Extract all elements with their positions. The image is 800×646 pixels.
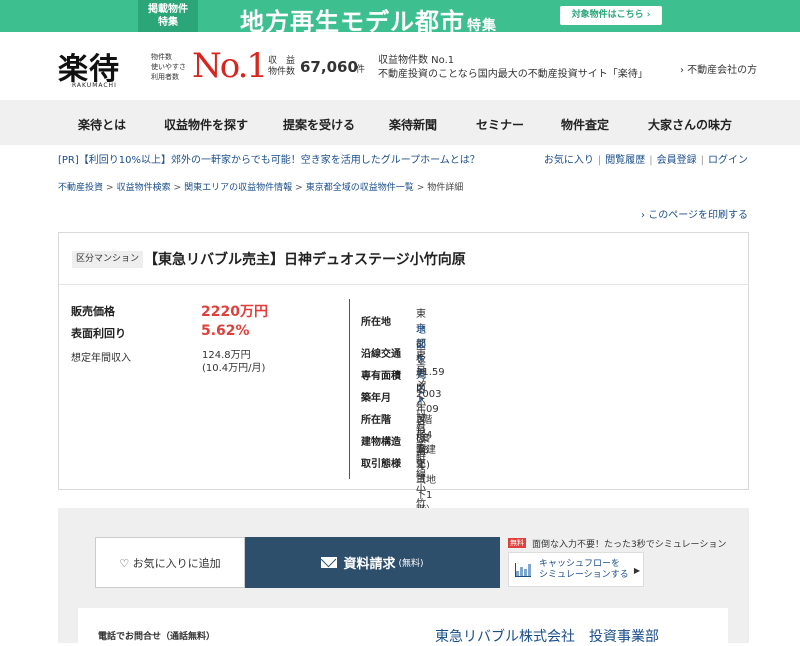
add-favorite-button[interactable]: ♡ お気に入りに追加 [95,537,245,588]
detail-key: 専有面積 [361,371,401,382]
company-name[interactable]: 東急リバブル株式会社 投資事業部 [435,626,659,646]
favorites-link[interactable]: お気に入り [544,155,594,166]
property-type-tag: 区分マンション [72,251,144,268]
breadcrumb-separator: > [295,183,303,193]
register-link[interactable]: 会員登録 [657,155,697,166]
property-card-header: 区分マンション 【東急リバブル売主】日神デュオステージ小竹向原 [59,233,748,285]
column-divider [349,299,350,479]
price-value: 2220万円 [201,304,268,320]
cashflow-simulation-button[interactable]: キャッシュフローを シミュレーションする ▶ [508,552,644,587]
income-monthly: (10.4万円/月) [202,363,266,374]
phone-contact-label: 電話でお問合せ（通話無料） [98,632,216,642]
breadcrumb-item[interactable]: 東京都全域の収益物件一覧 [306,183,414,193]
breadcrumb-separator: > [173,183,182,193]
pr-link[interactable]: [PR]【利回り10%以上】郊外の一軒家からでも可能！空き家を活用したグループホ… [58,151,480,166]
main-nav: 楽待とは 収益物件を探す 提案を受ける 楽待新聞 セミナー 物件査定 大家さんの… [0,100,800,145]
simulation-note: 面倒な入力不要！たった3秒でシミュレーション [532,540,727,550]
mail-icon [321,557,338,568]
detail-key: 取引態様 [361,459,401,470]
header-description: 収益物件数 No.1 不動産投資のことなら国内最大の不動産投資サイト「楽待」 [378,54,648,82]
history-link[interactable]: 閲覧履歴 [605,155,645,166]
income-annual: 124.8万円 [202,350,251,361]
simulation-label: キャッシュフローを シミュレーションする [539,559,629,581]
header-desc-line: 不動産投資のことなら国内最大の不動産投資サイト「楽待」 [378,69,648,80]
count-label: 物件数 [268,67,296,77]
nav-item-landlord[interactable]: 大家さんの味方 [648,116,732,133]
contact-box: 電話でお問合せ（通話無料） 東急リバブル株式会社 投資事業部 [78,608,728,646]
bar-chart-icon [515,562,531,577]
nav-item-about[interactable]: 楽待とは [78,116,126,133]
property-count: 67,060 [300,58,358,76]
detail-key: 所在階 [361,415,391,426]
no1-label: 利用者数 [151,73,179,81]
banner-target-button[interactable]: 対象物件はこちら › [560,6,662,25]
yield-value: 5.62% [201,323,250,339]
header-desc-line: 収益物件数 No.1 [378,55,455,66]
free-badge: 無料 [508,538,526,548]
breadcrumb: 不動産投資 > 収益物件検索 > 関東エリアの収益物件情報 > 東京都全域の収益物件一覧 > 物… [58,180,463,193]
nav-item-appraisal[interactable]: 物件査定 [561,116,609,133]
property-count-unit: 件 [356,65,366,75]
breadcrumb-current: 物件詳細 [427,183,464,193]
chevron-right-icon: ▶ [633,566,640,575]
banner-badge: 掲載物件 特集 [138,0,198,32]
request-documents-button[interactable]: 資料請求 (無料) [245,537,500,588]
nav-item-seminar[interactable]: セミナー [476,116,524,133]
property-title: 【東急リバブル売主】日神デュオステージ小竹向原 [144,252,466,268]
no1-labels: 物件数 使いやすさ 利用者数 [151,52,186,82]
simulation-label-line: キャッシュフローを [539,558,621,569]
separator: | [649,155,653,166]
nav-item-news[interactable]: 楽待新聞 [389,116,437,133]
promo-banner[interactable]: 掲載物件 特集 地方再生モデル都市 特集 対象物件はこちら › [0,0,800,36]
simulation-label-line: シミュレーションする [539,569,629,580]
yield-label: 表面利回り [71,327,126,340]
income-value: 124.8万円 (10.4万円/月) [202,349,265,375]
realtor-link[interactable]: › 不動産会社の方 [680,61,757,76]
breadcrumb-item[interactable]: 不動産投資 [58,183,103,193]
detail-key: 沿線交通 [361,349,401,360]
site-logo-sub: RAKUMACHI [72,82,117,89]
sub-bar: [PR]【利回り10%以上】郊外の一軒家からでも可能！空き家を活用したグループホ… [58,151,748,167]
action-panel: ♡ お気に入りに追加 資料請求 (無料) 無料 面倒な入力不要！たった3秒でシミュ… [58,508,749,646]
detail-key: 所在地 [361,317,391,328]
login-link[interactable]: ログイン [708,155,748,166]
income-label: 想定年間収入 [71,353,131,364]
price-label: 販売価格 [71,305,115,318]
breadcrumb-separator: > [106,183,114,193]
no1-badge: No.1 [192,46,268,86]
nav-item-proposal[interactable]: 提案を受ける [283,116,355,133]
detail-value: 売主 [416,459,426,485]
detail-key: 築年月 [361,393,391,404]
property-card: 区分マンション 【東急リバブル売主】日神デュオステージ小竹向原 販売価格 222… [58,232,749,611]
request-label: 資料請求 [343,557,396,572]
separator: | [597,155,602,166]
no1-label: 使いやすさ [151,63,186,71]
request-suffix: (無料) [398,559,424,569]
banner-badge-line2: 特集 [158,17,178,28]
user-links: お気に入り | 閲覧履歴 | 会員登録 | ログイン [544,151,748,166]
print-link[interactable]: › このページを印刷する [641,206,748,221]
detail-key: 建物構造 [361,437,401,448]
count-label: 収 益 [268,56,296,66]
banner-badge-line1: 掲載物件 [148,4,188,15]
breadcrumb-item[interactable]: 収益物件検索 [117,183,171,193]
count-labels: 収 益 物件数 [268,56,295,78]
no1-label: 物件数 [151,53,172,61]
breadcrumb-item[interactable]: 関東エリアの収益物件情報 [184,183,292,193]
breadcrumb-separator: > [416,183,425,193]
site-header: 楽待 RAKUMACHI 物件数 使いやすさ 利用者数 No.1 収 益 物件数… [0,32,800,100]
nav-item-search[interactable]: 収益物件を探す [164,116,248,133]
separator: | [700,155,704,166]
